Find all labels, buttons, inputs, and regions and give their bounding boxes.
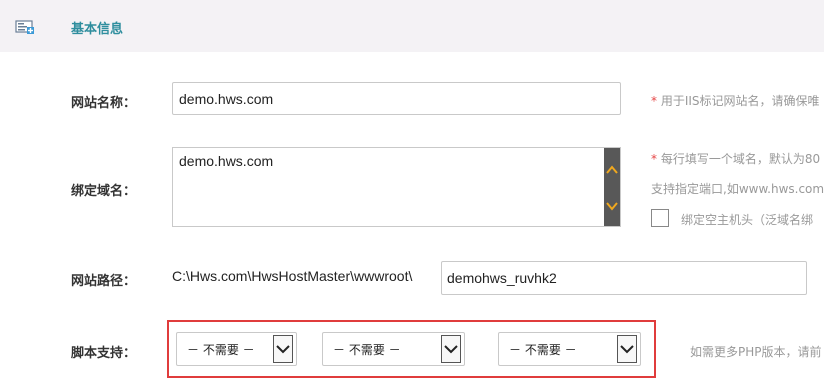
script-select-3[interactable]: － 不需要 － <box>498 332 641 366</box>
port-hint: 支持指定端口,如www.hws.com <box>651 182 824 196</box>
select-value: － 不需要 － <box>187 343 255 357</box>
section-title: 基本信息 <box>71 22 124 37</box>
site-name-hint-text: 用于IIS标记网站名，请确保唯 <box>657 94 820 108</box>
site-path-label: 网站路径： <box>71 274 137 289</box>
section-header: 基本信息 <box>0 0 824 52</box>
site-name-label: 网站名称： <box>71 96 137 111</box>
bind-domain-hint: * 每行填写一个域名，默认为80 <box>651 150 820 167</box>
bind-domain-label: 绑定域名： <box>71 184 137 199</box>
select-value: － 不需要 － <box>333 343 401 357</box>
bind-domain-textarea[interactable]: demo.hws.com <box>172 147 621 227</box>
bind-domain-value: demo.hws.com <box>179 153 274 169</box>
bind-empty-host-checkbox[interactable] <box>651 209 669 227</box>
scroll-down-icon[interactable] <box>604 198 620 212</box>
select-value: － 不需要 － <box>509 343 577 357</box>
script-support-label: 脚本支持： <box>71 346 137 361</box>
bind-domain-hint-text: 每行填写一个域名，默认为80 <box>657 152 821 166</box>
chevron-down-icon[interactable] <box>441 335 461 363</box>
site-name-hint: * 用于IIS标记网站名，请确保唯 <box>651 92 820 109</box>
site-path-prefix: C:\Hws.com\HwsHostMaster\wwwroot\ <box>172 268 413 284</box>
script-select-2[interactable]: － 不需要 － <box>322 332 465 366</box>
site-path-input[interactable] <box>441 261 807 295</box>
script-select-1[interactable]: － 不需要 － <box>176 332 297 366</box>
textarea-scrollbar[interactable] <box>604 148 620 226</box>
chevron-down-icon[interactable] <box>273 335 293 363</box>
info-card-icon <box>15 19 35 35</box>
chevron-down-icon[interactable] <box>617 335 637 363</box>
scroll-up-icon[interactable] <box>604 162 620 176</box>
bind-empty-host-label: 绑定空主机头（泛域名绑 <box>681 213 814 227</box>
site-name-input[interactable] <box>172 82 621 115</box>
php-version-hint: 如需更多PHP版本，请前 <box>690 345 822 359</box>
